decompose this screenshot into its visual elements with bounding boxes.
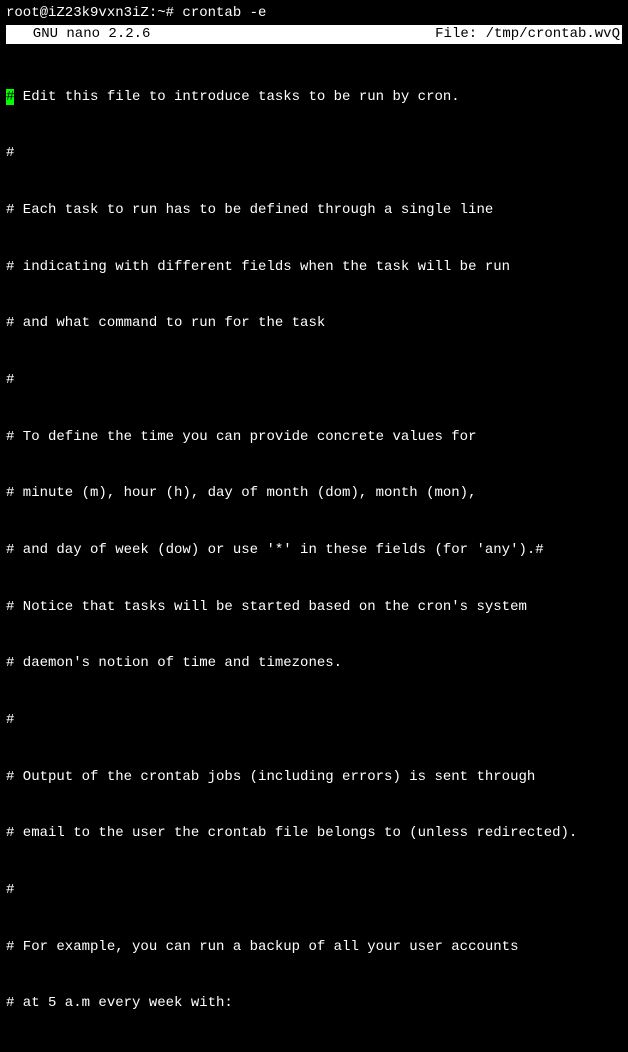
editor-line: # Output of the crontab jobs (including … bbox=[6, 768, 622, 787]
nano-status-bar: GNU nano 2.2.6 File: /tmp/crontab.wvQ bbox=[6, 25, 622, 44]
editor-line: # at 5 a.m every week with: bbox=[6, 994, 622, 1013]
terminal-window[interactable]: root@iZ23k9vxn3iZ:~# crontab -e GNU nano… bbox=[0, 0, 628, 1052]
editor-text-area[interactable]: # Edit this file to introduce tasks to b… bbox=[6, 50, 622, 1052]
editor-line: # Each task to run has to be defined thr… bbox=[6, 201, 622, 220]
editor-line: # bbox=[6, 371, 622, 390]
shell-prompt: root@iZ23k9vxn3iZ:~# crontab -e bbox=[6, 4, 622, 23]
editor-line: # Notice that tasks will be started base… bbox=[6, 598, 622, 617]
editor-line: # For example, you can run a backup of a… bbox=[6, 938, 622, 957]
editor-line: # and day of week (dow) or use '*' in th… bbox=[6, 541, 622, 560]
editor-line: # minute (m), hour (h), day of month (do… bbox=[6, 484, 622, 503]
editor-line: # bbox=[6, 711, 622, 730]
editor-line: # bbox=[6, 144, 622, 163]
editor-line: # email to the user the crontab file bel… bbox=[6, 824, 622, 843]
editor-line: # indicating with different fields when … bbox=[6, 258, 622, 277]
editor-line: # 0 5 * * 1 tar -zcf /var/backups/home.t… bbox=[6, 1051, 622, 1052]
editor-line: # Edit this file to introduce tasks to b… bbox=[6, 88, 622, 107]
editor-line: # To define the time you can provide con… bbox=[6, 428, 622, 447]
editor-line: # daemon's notion of time and timezones. bbox=[6, 654, 622, 673]
nano-filename: File: /tmp/crontab.wvQ bbox=[435, 25, 620, 44]
nano-version: GNU nano 2.2.6 bbox=[8, 25, 150, 44]
editor-line: # bbox=[6, 881, 622, 900]
editor-line: # and what command to run for the task bbox=[6, 314, 622, 333]
